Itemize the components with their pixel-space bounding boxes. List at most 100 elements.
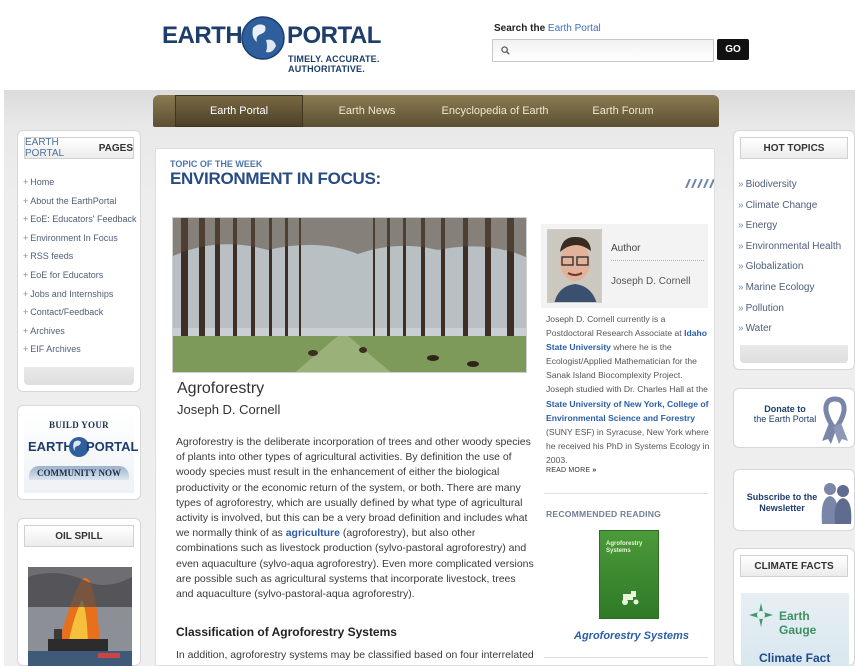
earth-gauge-banner[interactable]: Earth Gauge Climate Fact bbox=[741, 593, 849, 666]
search-box[interactable] bbox=[492, 39, 714, 62]
oil-spill-photo[interactable] bbox=[28, 567, 132, 666]
book-cover[interactable]: Agroforestry Systems bbox=[599, 530, 659, 619]
topic-of-the-week-label: TOPIC OF THE WEEK bbox=[170, 159, 263, 169]
hot-topics-panel: HOT TOPICS » Biodiversity » Climate Change… bbox=[733, 130, 855, 370]
decorative-hatch-icon bbox=[685, 179, 714, 188]
oil-spill-panel[interactable]: OIL SPILL bbox=[17, 518, 141, 666]
pages-link-list: + Home + About the EarthPortal + EoE: Educa… bbox=[18, 159, 140, 359]
topic-environmental-health[interactable]: » Environmental Health bbox=[738, 237, 854, 258]
tractor-icon bbox=[622, 591, 639, 605]
tab-earth-forum[interactable]: Earth Forum bbox=[559, 95, 687, 127]
globe-icon bbox=[241, 16, 285, 60]
author-bio: Joseph D. Cornell currently is a Postdoc… bbox=[546, 312, 711, 467]
topic-climate-change[interactable]: » Climate Change bbox=[738, 196, 854, 217]
main-nav: Earth Portal Earth News Encyclopedia of … bbox=[153, 95, 719, 127]
tab-encyclopedia-of-earth[interactable]: Encyclopedia of Earth bbox=[431, 95, 559, 127]
newsletter-line2: Newsletter bbox=[759, 503, 805, 513]
read-more-label: READ MORE bbox=[546, 467, 591, 474]
suny-esf-link[interactable]: State University of New York, College of… bbox=[546, 399, 709, 423]
community-line1: BUILD YOUR bbox=[49, 420, 109, 430]
topic-pollution[interactable]: » Pollution bbox=[738, 299, 854, 320]
topic-title: ENVIRONMENT IN FOCUS: bbox=[170, 169, 381, 188]
pages-link-educators-feedback[interactable]: + EoE: Educators' Feedback bbox=[23, 210, 140, 229]
article-body: Agroforestry is the deliberate incorpora… bbox=[176, 435, 536, 602]
earth-portal-pages-panel: EARTH PORTAL PAGES + Home + About the Eart… bbox=[17, 130, 141, 392]
climate-facts-title: CLIMATE FACTS bbox=[740, 555, 848, 577]
earth-gauge-label: Earth Gauge bbox=[779, 609, 817, 637]
book-cover-title: Agroforestry Systems bbox=[606, 541, 643, 554]
main-content: TOPIC OF THE WEEK ENVIRONMENT IN FOCUS: bbox=[155, 148, 715, 666]
logo-portal-text: PORTAL bbox=[287, 22, 381, 49]
hot-topics-list: » Biodiversity » Climate Change » Energy » E… bbox=[734, 159, 854, 340]
search-input[interactable] bbox=[514, 44, 704, 57]
newsletter-text: Subscribe to the Newsletter bbox=[740, 492, 824, 514]
pages-link-home[interactable]: + Home bbox=[23, 173, 140, 192]
go-button[interactable]: GO bbox=[717, 39, 749, 60]
author-label: Author bbox=[611, 243, 641, 254]
search-label: Search the Earth Portal bbox=[494, 23, 601, 34]
people-icon bbox=[821, 483, 852, 524]
logo-tagline: TIMELY. ACCURATE. AUTHORITATIVE. bbox=[288, 54, 380, 74]
topic-globalization[interactable]: » Globalization bbox=[738, 257, 854, 278]
donate-line2: the Earth Portal bbox=[753, 414, 817, 424]
divider bbox=[544, 493, 708, 494]
topic-marine-ecology[interactable]: » Marine Ecology bbox=[738, 278, 854, 299]
article-body-text-1: Agroforestry is the deliberate incorpora… bbox=[176, 436, 531, 540]
pages-link-about[interactable]: + About the EarthPortal bbox=[23, 192, 140, 211]
pages-link-eif-archives[interactable]: + EIF Archives bbox=[23, 340, 140, 359]
topic-water[interactable]: » Water bbox=[738, 319, 854, 340]
search-label-accent: Earth Portal bbox=[547, 23, 601, 34]
book-title-link[interactable]: Agroforestry Systems bbox=[574, 630, 689, 642]
donate-line1: Donate to bbox=[764, 404, 806, 414]
pages-link-contact[interactable]: + Contact/Feedback bbox=[23, 303, 140, 322]
divider bbox=[544, 657, 708, 658]
donate-text: Donate to the Earth Portal bbox=[746, 404, 824, 424]
read-more-link[interactable]: READ MORE » bbox=[546, 467, 596, 474]
pages-link-archives[interactable]: + Archives bbox=[23, 322, 140, 341]
article-title: Agroforestry bbox=[177, 380, 265, 397]
donate-banner[interactable]: Donate to the Earth Portal bbox=[733, 388, 855, 448]
logo-earth-text: EARTH bbox=[162, 22, 243, 49]
section-text: In addition, agroforestry systems may be… bbox=[176, 649, 534, 661]
pages-link-eoe-for-educators[interactable]: + EoE for Educators bbox=[23, 266, 140, 285]
newsletter-banner[interactable]: Subscribe to the Newsletter bbox=[733, 469, 855, 531]
search-icon bbox=[501, 46, 510, 55]
oil-rig-fire-image bbox=[28, 567, 132, 666]
author-portrait-image bbox=[548, 230, 601, 302]
hot-topics-title: HOT TOPICS bbox=[740, 137, 848, 159]
tab-earth-portal[interactable]: Earth Portal bbox=[175, 95, 303, 127]
panel-footer bbox=[740, 345, 848, 363]
pages-panel-title: EARTH PORTAL PAGES bbox=[24, 137, 134, 159]
agriculture-link[interactable]: agriculture bbox=[286, 527, 340, 539]
community-earth: EARTH bbox=[28, 439, 73, 454]
panel-footer bbox=[24, 367, 134, 385]
pages-link-jobs[interactable]: + Jobs and Internships bbox=[23, 285, 140, 304]
earth-portal-logo[interactable]: EARTH PORTAL TIMELY. ACCURATE. AUTHORITA… bbox=[162, 16, 442, 74]
author-box: Author Joseph D. Cornell bbox=[541, 224, 708, 308]
author-bio-text-3: (SUNY ESF) in Syracuse, New York where h… bbox=[546, 426, 710, 465]
poplar-plantation-image bbox=[173, 218, 526, 372]
community-line3: COMMUNITY NOW bbox=[29, 466, 129, 480]
author-bio-text-1: Joseph D. Cornell currently is a Postdoc… bbox=[546, 314, 682, 339]
agroforestry-photo bbox=[172, 217, 527, 373]
pages-link-environment-in-focus[interactable]: + Environment In Focus bbox=[23, 229, 140, 248]
tab-earth-news[interactable]: Earth News bbox=[303, 95, 431, 127]
article-author: Joseph D. Cornell bbox=[177, 402, 281, 417]
climate-facts-panel: CLIMATE FACTS Earth Gauge Climate Fact bbox=[733, 548, 855, 666]
pages-title-b: PAGES bbox=[98, 142, 133, 154]
earth-gauge-logo-icon bbox=[749, 603, 773, 627]
author-divider bbox=[611, 260, 704, 261]
pages-link-rss-feeds[interactable]: + RSS feeds bbox=[23, 247, 140, 266]
topic-energy[interactable]: » Energy bbox=[738, 216, 854, 237]
section-heading: Classification of Agroforestry Systems bbox=[176, 625, 397, 639]
recommended-reading-heading: RECOMMENDED READING bbox=[546, 509, 662, 519]
pages-title-a: EARTH PORTAL bbox=[25, 137, 65, 159]
newsletter-line1: Subscribe to the bbox=[746, 492, 818, 502]
author-photo bbox=[547, 229, 602, 303]
page: EARTH PORTAL TIMELY. ACCURATE. AUTHORITA… bbox=[0, 0, 855, 666]
author-name: Joseph D. Cornell bbox=[611, 276, 691, 287]
topic-biodiversity[interactable]: » Biodiversity bbox=[738, 175, 854, 196]
double-chevron-icon: » bbox=[592, 467, 597, 474]
build-community-banner[interactable]: BUILD YOUR EARTH PORTAL COMMUNITY NOW bbox=[17, 405, 141, 500]
community-portal: PORTAL bbox=[86, 439, 139, 454]
